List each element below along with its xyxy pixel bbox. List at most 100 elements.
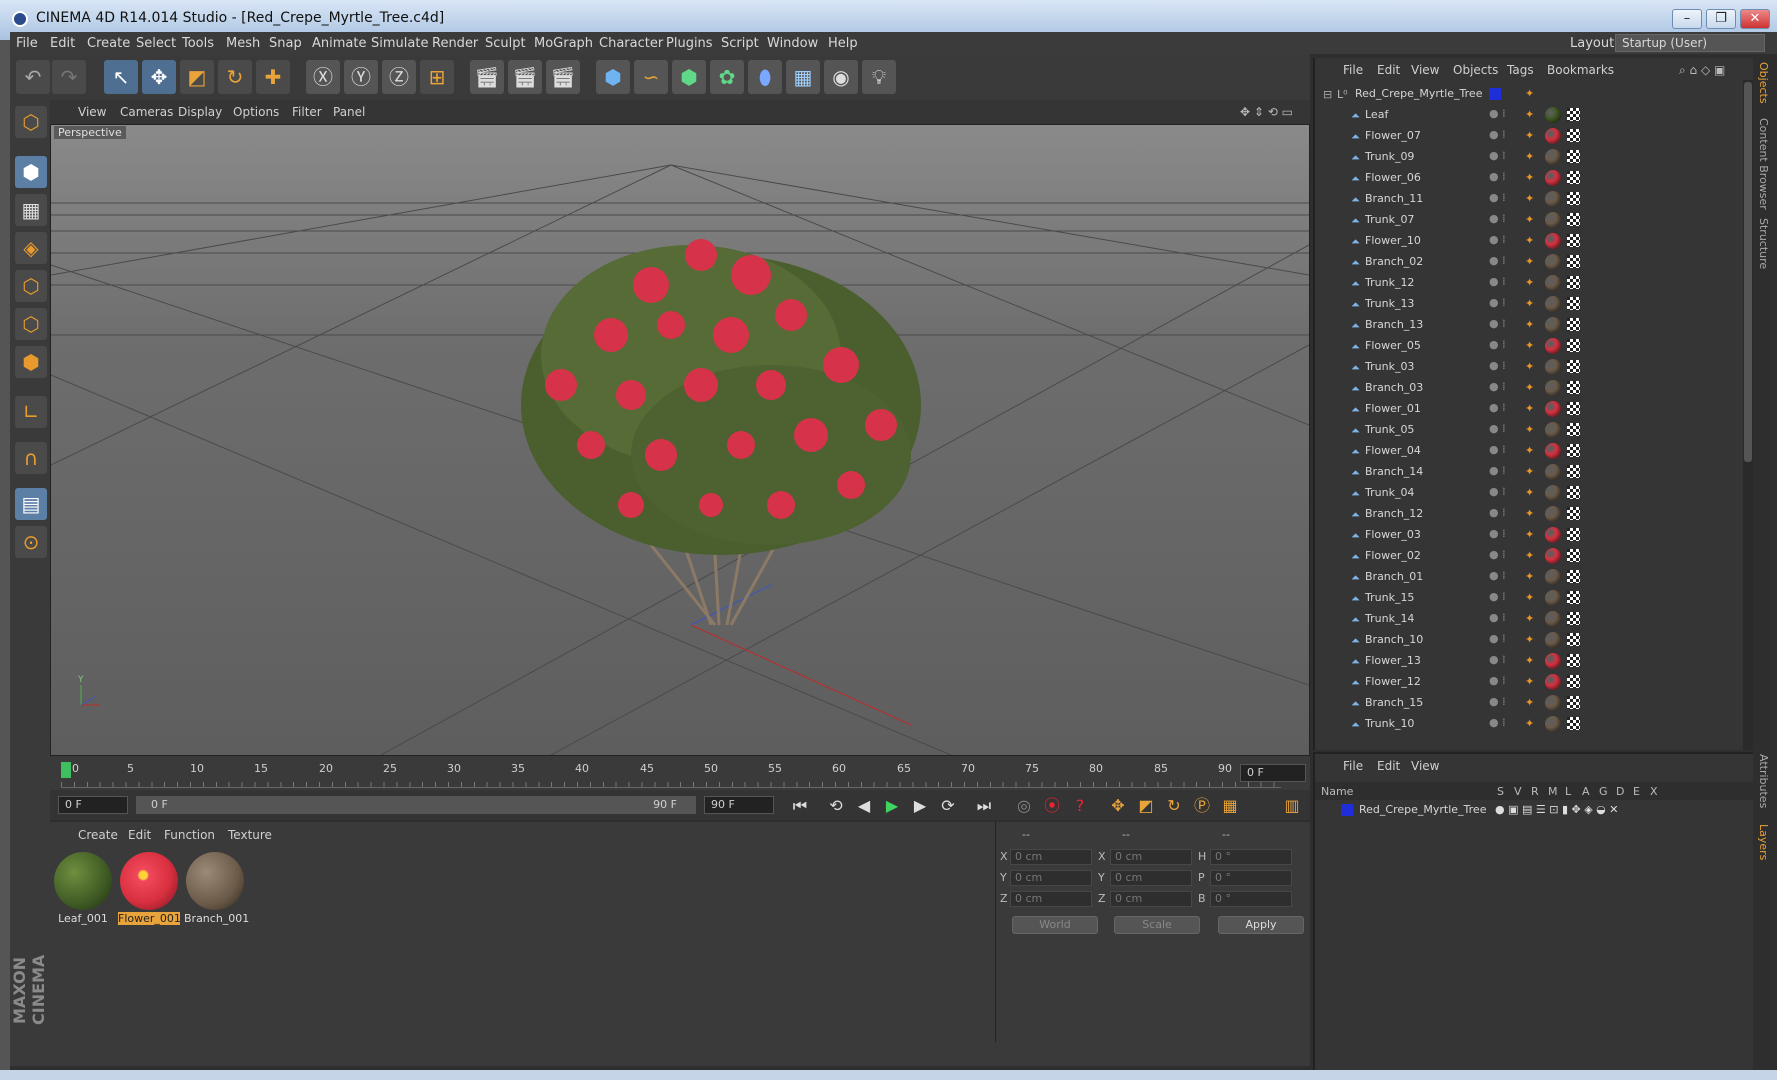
viewport-menu-cameras[interactable]: Cameras — [120, 105, 173, 119]
phong-tag-icon[interactable]: ✦ — [1525, 339, 1539, 353]
material-tag-icon[interactable] — [1545, 590, 1561, 606]
object-menu-edit[interactable]: Edit — [1377, 63, 1400, 77]
layer-menu-edit[interactable]: Edit — [1377, 759, 1400, 773]
uvw-tag-icon[interactable] — [1567, 507, 1580, 520]
camera-icon[interactable]: ◉ — [824, 60, 858, 94]
menu-script[interactable]: Script — [721, 36, 759, 51]
phong-tag-icon[interactable]: ✦ — [1525, 717, 1539, 731]
coordinate-mode-dropdown[interactable]: World — [1012, 916, 1098, 934]
visibility-dots-icon[interactable]: ● ⁞ — [1489, 170, 1506, 183]
tab-content-browser[interactable]: Content Browser — [1757, 118, 1770, 210]
phong-tag-icon[interactable]: ✦ — [1525, 465, 1539, 479]
menu-mesh[interactable]: Mesh — [226, 36, 260, 51]
material-tag-icon[interactable] — [1545, 548, 1561, 564]
object-row[interactable]: ⏶ Trunk_05 ● ⁞ ✦ — [1315, 420, 1755, 441]
light-icon[interactable]: 💡︎ — [862, 60, 896, 94]
object-row[interactable]: ⏶ Branch_01 ● ⁞ ✦ — [1315, 567, 1755, 588]
uvw-tag-icon[interactable] — [1567, 528, 1580, 541]
material-tag-icon[interactable] — [1545, 464, 1561, 480]
material-tag-icon[interactable] — [1545, 317, 1561, 333]
object-row[interactable]: ⏶ Branch_12 ● ⁞ ✦ — [1315, 504, 1755, 525]
material-tag-icon[interactable] — [1545, 296, 1561, 312]
object-row-root[interactable]: ⊟ L⁰ Red_Crepe_Myrtle_Tree ✦ — [1315, 84, 1755, 105]
z-axis-lock-icon[interactable]: Ⓩ — [382, 60, 416, 94]
material-tag-icon[interactable] — [1545, 632, 1561, 648]
object-row[interactable]: ⏶ Trunk_03 ● ⁞ ✦ — [1315, 357, 1755, 378]
visibility-dots-icon[interactable]: ● ⁞ — [1489, 527, 1506, 540]
object-row[interactable]: ⏶ Leaf ● ⁞ ✦ — [1315, 105, 1755, 126]
polygons-mode-icon[interactable]: ⬢ — [15, 346, 47, 378]
object-row[interactable]: ⏶ Branch_02 ● ⁞ ✦ — [1315, 252, 1755, 273]
uvw-tag-icon[interactable] — [1567, 234, 1580, 247]
phong-tag-icon[interactable]: ✦ — [1525, 276, 1539, 290]
object-row[interactable]: ⏶ Trunk_15 ● ⁞ ✦ — [1315, 588, 1755, 609]
start-frame-field[interactable]: 0 F — [58, 796, 128, 814]
rotation-b-field[interactable]: 0 ° — [1210, 891, 1292, 907]
phong-tag-icon[interactable]: ✦ — [1525, 633, 1539, 647]
key-parameter-icon[interactable]: Ⓟ — [1190, 794, 1214, 818]
phong-tag-icon[interactable]: ✦ — [1525, 696, 1539, 710]
keyframe-selection-icon[interactable]: ? — [1068, 794, 1092, 818]
phong-tag-icon[interactable]: ✦ — [1525, 108, 1539, 122]
material-tag-icon[interactable] — [1545, 569, 1561, 585]
visibility-dots-icon[interactable]: ● ⁞ — [1489, 590, 1506, 603]
object-row[interactable]: ⏶ Branch_11 ● ⁞ ✦ — [1315, 189, 1755, 210]
uvw-tag-icon[interactable] — [1567, 150, 1580, 163]
maximize-button[interactable]: ❐ — [1706, 9, 1736, 29]
menu-window[interactable]: Window — [767, 36, 818, 51]
object-scrollbar[interactable] — [1743, 80, 1753, 750]
edges-mode-icon[interactable]: ⬡ — [15, 308, 47, 340]
phong-tag-icon[interactable]: ✦ — [1525, 486, 1539, 500]
3d-viewport[interactable]: Perspective Y — [50, 124, 1310, 756]
visibility-dots-icon[interactable]: ● ⁞ — [1489, 401, 1506, 414]
phong-tag-icon[interactable]: ✦ — [1525, 444, 1539, 458]
visibility-dots-icon[interactable]: ● ⁞ — [1489, 695, 1506, 708]
uvw-tag-icon[interactable] — [1567, 696, 1580, 709]
phong-tag-icon[interactable]: ✦ — [1525, 255, 1539, 269]
object-row[interactable]: ⏶ Flower_12 ● ⁞ ✦ — [1315, 672, 1755, 693]
layer-menu-view[interactable]: View — [1411, 759, 1439, 773]
uvw-tag-icon[interactable] — [1567, 171, 1580, 184]
record-keys-icon[interactable]: ◎ — [1012, 794, 1036, 818]
menu-render[interactable]: Render — [432, 36, 478, 51]
object-row[interactable]: ⏶ Trunk_10 ● ⁞ ✦ — [1315, 714, 1755, 735]
visibility-dots-icon[interactable]: ● ⁞ — [1489, 149, 1506, 162]
uvw-tag-icon[interactable] — [1567, 381, 1580, 394]
uvw-tag-icon[interactable] — [1567, 129, 1580, 142]
material-tag-icon[interactable] — [1545, 422, 1561, 438]
phong-tag-icon[interactable]: ✦ — [1525, 150, 1539, 164]
material-tag-icon[interactable] — [1545, 401, 1561, 417]
visibility-dots-icon[interactable]: ● ⁞ — [1489, 191, 1506, 204]
uvw-tag-icon[interactable] — [1567, 360, 1580, 373]
menu-snap[interactable]: Snap — [269, 36, 302, 51]
viewport-menu-filter[interactable]: Filter — [292, 105, 322, 119]
axis-mode-icon[interactable]: ∟ — [15, 396, 47, 428]
end-frame-field[interactable]: 90 F — [704, 796, 774, 814]
object-menu-objects[interactable]: Objects — [1453, 63, 1498, 77]
material-tag-icon[interactable] — [1545, 107, 1561, 123]
object-menu-file[interactable]: File — [1343, 63, 1363, 77]
visibility-dots-icon[interactable]: ● ⁞ — [1489, 422, 1506, 435]
object-row[interactable]: ⏶ Flower_03 ● ⁞ ✦ — [1315, 525, 1755, 546]
autokey-icon[interactable]: ⦿ — [1040, 794, 1064, 818]
material-tag-icon[interactable] — [1545, 527, 1561, 543]
object-row[interactable]: ⏶ Trunk_04 ● ⁞ ✦ — [1315, 483, 1755, 504]
object-row[interactable]: ⏶ Branch_03 ● ⁞ ✦ — [1315, 378, 1755, 399]
material-tag-icon[interactable] — [1545, 149, 1561, 165]
material-tag-icon[interactable] — [1545, 695, 1561, 711]
go-to-end-icon[interactable]: ⏭ — [972, 794, 996, 818]
rotation-p-field[interactable]: 0 ° — [1210, 870, 1292, 886]
uvw-tag-icon[interactable] — [1567, 339, 1580, 352]
scale-tool-icon[interactable]: ◩ — [180, 60, 214, 94]
render-settings-icon[interactable]: 🎬︎ — [546, 60, 580, 94]
object-manager-search-icon[interactable]: ⌕ ⌂ ◇ ▣ — [1679, 63, 1725, 78]
play-icon[interactable]: ▶ — [880, 794, 904, 818]
visibility-dots-icon[interactable]: ● ⁞ — [1489, 317, 1506, 330]
position-y-field[interactable]: 0 cm — [1010, 870, 1092, 886]
tab-layers[interactable]: Layers — [1757, 824, 1770, 860]
layer-row[interactable]: Red_Crepe_Myrtle_Tree ● ▣ ▤ ☰ ⊡ ▮ ✥ ◈ ◒ … — [1315, 800, 1755, 821]
phong-tag-icon[interactable]: ✦ — [1525, 87, 1539, 101]
object-row[interactable]: ⏶ Flower_10 ● ⁞ ✦ — [1315, 231, 1755, 252]
position-z-field[interactable]: 0 cm — [1010, 891, 1092, 907]
material-tag-icon[interactable] — [1545, 359, 1561, 375]
